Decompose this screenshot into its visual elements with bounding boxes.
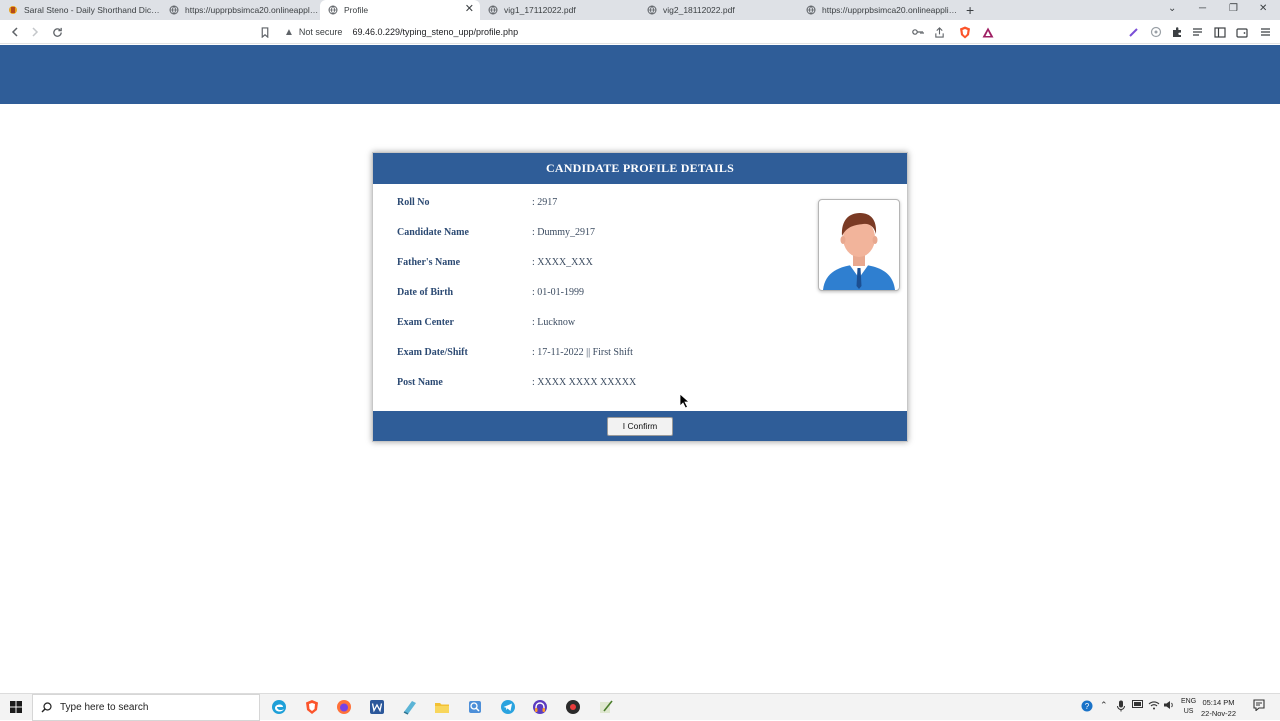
field-value: : XXXX XXXX XXXXX xyxy=(532,377,637,388)
tab-saral-steno[interactable]: Saral Steno - Daily Shorthand Dictatio xyxy=(0,0,160,20)
brave-browser-icon[interactable] xyxy=(304,699,320,715)
browser-tab-strip: Saral Steno - Daily Shorthand Dictatio h… xyxy=(0,0,1280,20)
globe-icon xyxy=(806,5,816,15)
tab-upprpb-2[interactable]: https://upprpbsimca20.onlineapplicat xyxy=(798,0,958,20)
notepad-pen-icon[interactable] xyxy=(598,699,614,715)
field-label: Candidate Name xyxy=(397,227,469,238)
candidate-photo xyxy=(818,199,900,291)
url-text[interactable]: 69.46.0.229/typing_steno_upp/profile.php xyxy=(352,27,518,37)
tab-label: https://upprpbsimca20.onlineapplicat xyxy=(185,5,319,15)
saral-steno-favicon-icon xyxy=(9,6,17,14)
tab-label: Saral Steno - Daily Shorthand Dictatio xyxy=(24,5,160,15)
tab-vig1-pdf[interactable]: vig1_17112022.pdf xyxy=(480,0,638,20)
bookmark-icon[interactable] xyxy=(258,25,272,39)
field-label: Father's Name xyxy=(397,257,461,268)
globe-icon xyxy=(488,5,498,15)
restore-window-icon[interactable]: ❐ xyxy=(1229,3,1238,14)
field-value: : Dummy_2917 xyxy=(532,227,596,238)
field-value: : XXXX_XXX xyxy=(532,257,593,268)
tab-search-chevron-icon[interactable]: ⌄ xyxy=(1168,3,1176,14)
mouse-cursor-icon xyxy=(679,393,691,409)
globe-icon xyxy=(169,5,179,15)
pen-extension-icon[interactable] xyxy=(1127,25,1141,39)
search-icon xyxy=(41,702,52,713)
field-label: Exam Date/Shift xyxy=(397,347,468,358)
game-app-icon[interactable] xyxy=(565,699,581,715)
card-footer-bar: I Confirm xyxy=(373,411,907,441)
help-icon[interactable]: ? xyxy=(1081,700,1093,714)
tab-label: vig1_17112022.pdf xyxy=(504,5,576,15)
show-hidden-icons-chevron-icon[interactable]: ⌃ xyxy=(1100,700,1108,711)
field-label: Exam Center xyxy=(397,317,454,328)
card-title: CANDIDATE PROFILE DETAILS xyxy=(373,153,907,184)
key-icon[interactable] xyxy=(911,25,925,39)
confirm-button[interactable]: I Confirm xyxy=(607,416,673,436)
avatar-placeholder-icon xyxy=(823,213,895,290)
menu-hamburger-icon[interactable] xyxy=(1258,25,1272,39)
field-label: Post Name xyxy=(397,377,443,388)
telegram-icon[interactable] xyxy=(500,699,516,715)
field-value: : 01-01-1999 xyxy=(532,287,584,298)
clock-date: 22-Nov-22 xyxy=(1201,709,1237,718)
browser-toolbar: ▲ Not secure 69.46.0.229/typing_steno_up… xyxy=(0,20,1280,44)
candidate-profile-card: CANDIDATE PROFILE DETAILS Roll No : 2917… xyxy=(372,152,908,442)
forward-arrow-icon[interactable] xyxy=(28,25,42,39)
wifi-icon[interactable] xyxy=(1148,700,1160,712)
notification-center-icon[interactable] xyxy=(1253,699,1265,713)
volume-icon[interactable] xyxy=(1163,700,1175,712)
field-value: : Lucknow xyxy=(532,317,576,328)
firefox-icon[interactable] xyxy=(336,699,352,715)
address-bar[interactable]: ▲ Not secure 69.46.0.229/typing_steno_up… xyxy=(284,23,904,41)
tab-label: Profile xyxy=(344,5,369,15)
minimize-window-icon[interactable]: ─ xyxy=(1199,3,1206,14)
tab-label: vig2_18112022.pdf xyxy=(663,5,735,15)
close-window-icon[interactable]: ✕ xyxy=(1259,3,1267,14)
tab-upprpb-1[interactable]: https://upprpbsimca20.onlineapplicat xyxy=(161,0,319,20)
clock-time: 05:14 PM xyxy=(1202,698,1235,707)
warning-triangle-icon[interactable]: ▲ xyxy=(284,27,294,38)
snipping-tool-icon[interactable] xyxy=(467,699,483,715)
word-icon[interactable] xyxy=(369,699,385,715)
tab-label: https://upprpbsimca20.onlineapplicat xyxy=(822,5,958,15)
tab-vig2-pdf[interactable]: vig2_18112022.pdf xyxy=(639,0,797,20)
edge-browser-icon[interactable] xyxy=(271,699,287,715)
language-region: US xyxy=(1183,708,1194,715)
reload-icon[interactable] xyxy=(50,25,64,39)
share-icon[interactable] xyxy=(932,25,946,39)
input-language-indicator[interactable]: ENG US xyxy=(1181,697,1196,717)
globe-icon xyxy=(647,5,657,15)
search-placeholder: Type here to search xyxy=(60,702,149,713)
field-label: Roll No xyxy=(397,197,430,208)
security-label[interactable]: Not secure xyxy=(299,27,343,37)
file-explorer-icon[interactable] xyxy=(434,699,450,715)
taskbar-clock[interactable]: 05:14 PM 22-Nov-22 xyxy=(1201,697,1236,719)
back-arrow-icon[interactable] xyxy=(8,25,22,39)
brave-rewards-triangle-icon[interactable] xyxy=(981,25,995,39)
close-tab-icon[interactable]: ✕ xyxy=(465,4,474,15)
tab-profile[interactable]: Profile ✕ xyxy=(320,0,480,20)
wallet-icon[interactable] xyxy=(1235,25,1249,39)
puzzle-extensions-icon[interactable] xyxy=(1170,25,1184,39)
headset-app-icon[interactable] xyxy=(532,699,548,715)
brave-shield-icon[interactable] xyxy=(958,25,972,39)
sidebar-icon[interactable] xyxy=(1213,25,1227,39)
field-value: : 17-11-2022 || First Shift xyxy=(532,347,633,358)
site-header-bar xyxy=(0,45,1280,104)
microphone-icon[interactable] xyxy=(1117,700,1125,714)
globe-icon xyxy=(328,5,338,15)
field-value: : 2917 xyxy=(532,197,558,208)
taskbar-search-box[interactable]: Type here to search xyxy=(32,694,260,721)
svg-text:?: ? xyxy=(1085,702,1090,711)
extension-circle-icon[interactable] xyxy=(1149,25,1163,39)
battery-icon[interactable] xyxy=(1132,700,1144,710)
windows-start-icon[interactable] xyxy=(10,701,22,713)
language-code: ENG xyxy=(1181,698,1197,705)
field-label: Date of Birth xyxy=(397,287,454,298)
reading-list-icon[interactable] xyxy=(1191,25,1205,39)
windows-taskbar: Type here to search ? ⌃ ENG US 05:14 PM … xyxy=(0,693,1280,721)
steno-app-icon[interactable] xyxy=(402,699,418,715)
new-tab-plus-icon[interactable]: + xyxy=(966,2,974,18)
